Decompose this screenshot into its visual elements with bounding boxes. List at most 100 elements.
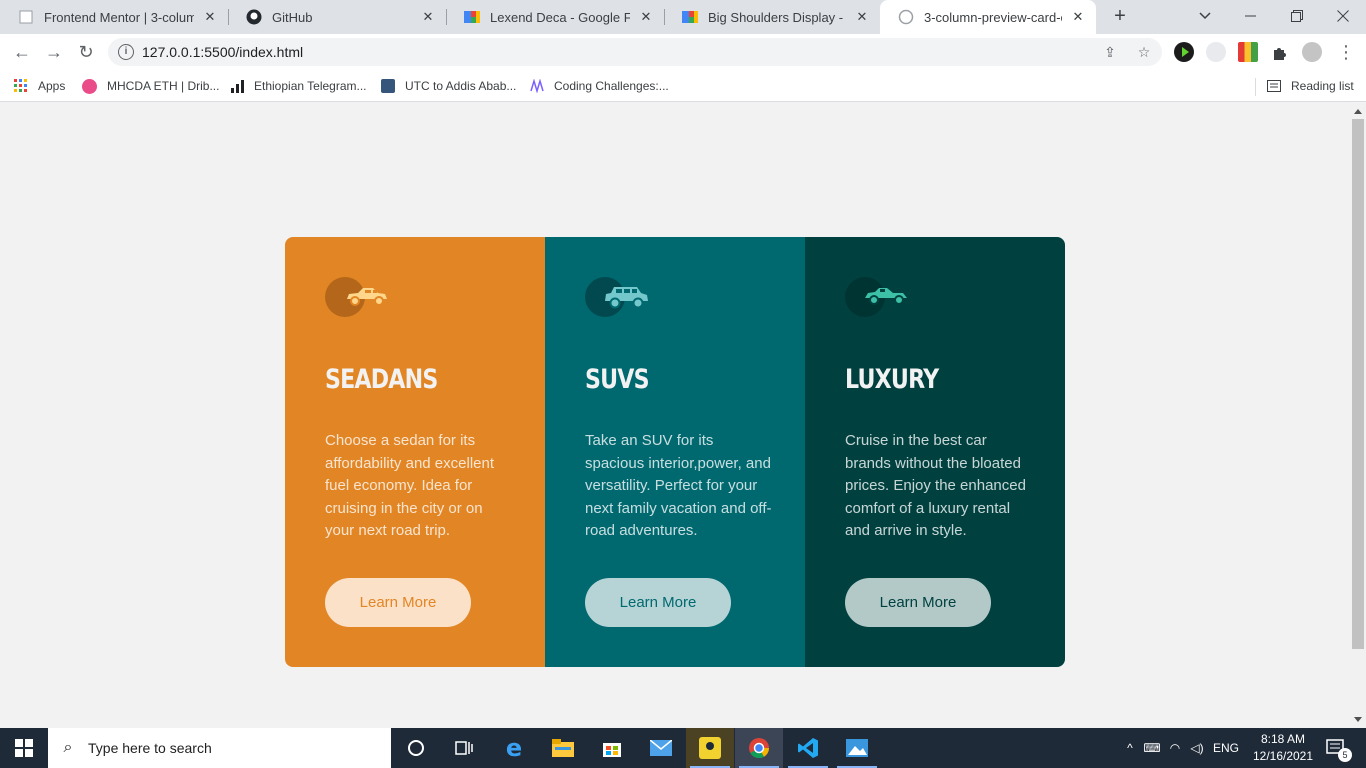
dribbble-icon (82, 78, 97, 94)
show-hidden-icons-icon[interactable]: ^ (1120, 741, 1140, 755)
store-app[interactable] (588, 728, 636, 768)
tab-frontend-mentor[interactable]: Frontend Mentor | 3-column ✕ (0, 0, 228, 34)
windows-taskbar: ⌕ Type here to search e ^ ⌨ ◠ ◁) ENG 8:1… (0, 728, 1366, 768)
bookmark-apps[interactable]: Apps (14, 77, 65, 95)
site-info-icon[interactable]: i (118, 44, 134, 60)
forward-button[interactable]: → (42, 40, 66, 64)
chrome-app[interactable] (735, 728, 783, 768)
tab-big-shoulders[interactable]: Big Shoulders Display - Goog ✕ (664, 0, 880, 34)
card-description: Take an SUV for its spacious interior,po… (585, 432, 772, 539)
store-bag-icon (603, 743, 621, 757)
card-description: Cruise in the best car brands without th… (845, 432, 1026, 539)
language-indicator[interactable]: ENG (1208, 741, 1244, 755)
yellow-app-icon (699, 737, 721, 759)
input-method-icon[interactable]: ⌨ (1140, 741, 1164, 755)
bookmark-label: MHCDA ETH | Drib... (107, 79, 220, 93)
file-explorer-app[interactable] (539, 728, 587, 768)
task-view-button[interactable] (440, 728, 488, 768)
learn-more-button-sedans[interactable]: Learn More (325, 578, 471, 627)
card-title: SUVs (585, 364, 650, 395)
close-tab-icon[interactable]: ✕ (638, 9, 654, 25)
windows-logo-icon (15, 739, 33, 757)
volume-icon[interactable]: ◁) (1186, 741, 1208, 755)
taskbar-search-box[interactable]: ⌕ Type here to search (48, 728, 391, 768)
bookmark-dribbble[interactable]: MHCDA ETH | Drib... (82, 77, 219, 95)
photos-icon (846, 739, 868, 757)
bug-extension-icon[interactable] (1206, 42, 1226, 62)
mail-envelope-icon (650, 740, 672, 756)
clock-date: 12/16/2021 (1252, 749, 1314, 763)
scrollbar-thumb[interactable] (1352, 119, 1364, 649)
reading-list-button[interactable]: Reading list (1267, 77, 1354, 95)
minimize-button[interactable] (1228, 0, 1274, 32)
close-tab-icon[interactable]: ✕ (854, 9, 870, 25)
media-extension-icon[interactable] (1174, 42, 1194, 62)
page-icon (898, 9, 914, 25)
network-icon[interactable]: ◠ (1164, 741, 1186, 755)
bookmark-ethiopian-telegram[interactable]: Ethiopian Telegram... (230, 77, 367, 95)
photos-app[interactable] (833, 728, 881, 768)
tab-github[interactable]: GitHub ✕ (228, 0, 446, 34)
scroll-down-arrow-icon[interactable] (1354, 717, 1362, 722)
vscode-app[interactable] (784, 728, 832, 768)
github-icon (246, 9, 262, 25)
url-text[interactable]: 127.0.0.1:5500/index.html (142, 44, 303, 60)
tab-label: 3-column-preview-card-com (924, 9, 1062, 25)
edge-app[interactable]: e (490, 728, 538, 768)
close-tab-icon[interactable]: ✕ (420, 9, 436, 25)
extensions-puzzle-icon[interactable] (1270, 42, 1290, 62)
learn-more-button-suvs[interactable]: Learn More (585, 578, 731, 627)
bookmark-star-icon[interactable]: ☆ (1134, 42, 1154, 62)
card-description: Choose a sedan for its affordability and… (325, 432, 494, 539)
cortana-button[interactable] (392, 728, 440, 768)
back-button[interactable]: ← (10, 40, 34, 64)
coding-icon (530, 78, 544, 94)
browser-toolbar: ← → ↻ i 127.0.0.1:5500/index.html ⇪ ☆ ⋮ (0, 34, 1366, 70)
start-button[interactable] (0, 728, 48, 768)
close-window-button[interactable] (1320, 0, 1366, 32)
clock-icon (381, 79, 395, 93)
tab-label: Frontend Mentor | 3-column (44, 9, 194, 25)
colorful-extension-icon[interactable] (1238, 42, 1258, 62)
taskbar-clock[interactable]: 8:18 AM 12/16/2021 (1248, 731, 1318, 765)
address-bar[interactable]: i 127.0.0.1:5500/index.html ⇪ ☆ (108, 38, 1162, 66)
search-icon: ⌕ (63, 739, 73, 756)
card-title: Luxury (845, 364, 939, 395)
mail-app[interactable] (637, 728, 685, 768)
search-placeholder: Type here to search (88, 740, 212, 756)
tab-search-icon[interactable] (1182, 0, 1228, 32)
tab-label: Lexend Deca - Google Fonts (490, 9, 630, 25)
learn-more-button-luxury[interactable]: Learn More (845, 578, 991, 627)
bookmarks-divider (1255, 78, 1256, 96)
apps-grid-icon (14, 79, 28, 93)
bookmark-label: Ethiopian Telegram... (254, 79, 367, 93)
reading-list-icon (1267, 79, 1281, 93)
bookmark-utc-addis[interactable]: UTC to Addis Abab... (381, 77, 516, 95)
sticky-app[interactable] (686, 728, 734, 768)
bar-chart-icon (230, 79, 244, 93)
luxury-car-icon (845, 277, 909, 317)
new-tab-button[interactable]: + (1108, 5, 1132, 29)
card-sedans: Seadans Choose a sedan for its affordabi… (285, 237, 545, 667)
profile-avatar-icon[interactable] (1302, 42, 1322, 62)
scroll-up-arrow-icon[interactable] (1354, 109, 1362, 114)
more-menu-icon[interactable]: ⋮ (1334, 40, 1358, 64)
bookmark-coding-challenges[interactable]: Coding Challenges:... (530, 77, 669, 95)
close-tab-icon[interactable]: ✕ (202, 9, 218, 25)
page-scrollbar[interactable] (1350, 103, 1366, 728)
bookmarks-bar: Apps MHCDA ETH | Drib... Ethiopian Teleg… (0, 70, 1366, 102)
google-fonts-icon (682, 9, 698, 25)
restore-button[interactable] (1274, 0, 1320, 32)
share-icon[interactable]: ⇪ (1100, 42, 1120, 62)
action-center-button[interactable]: 5 (1322, 728, 1352, 768)
tab-lexend-deca[interactable]: Lexend Deca - Google Fonts ✕ (446, 0, 664, 34)
suv-car-icon (585, 277, 649, 317)
tab-preview-card[interactable]: 3-column-preview-card-com ✕ (880, 0, 1096, 34)
card-luxury: Luxury Cruise in the best car brands wit… (805, 237, 1065, 667)
cortana-circle-icon (408, 740, 424, 756)
card-suvs: SUVs Take an SUV for its spacious interi… (545, 237, 805, 667)
close-tab-icon[interactable]: ✕ (1070, 9, 1086, 25)
reading-list-label: Reading list (1291, 79, 1354, 93)
task-view-icon (455, 741, 473, 755)
reload-button[interactable]: ↻ (74, 40, 98, 64)
